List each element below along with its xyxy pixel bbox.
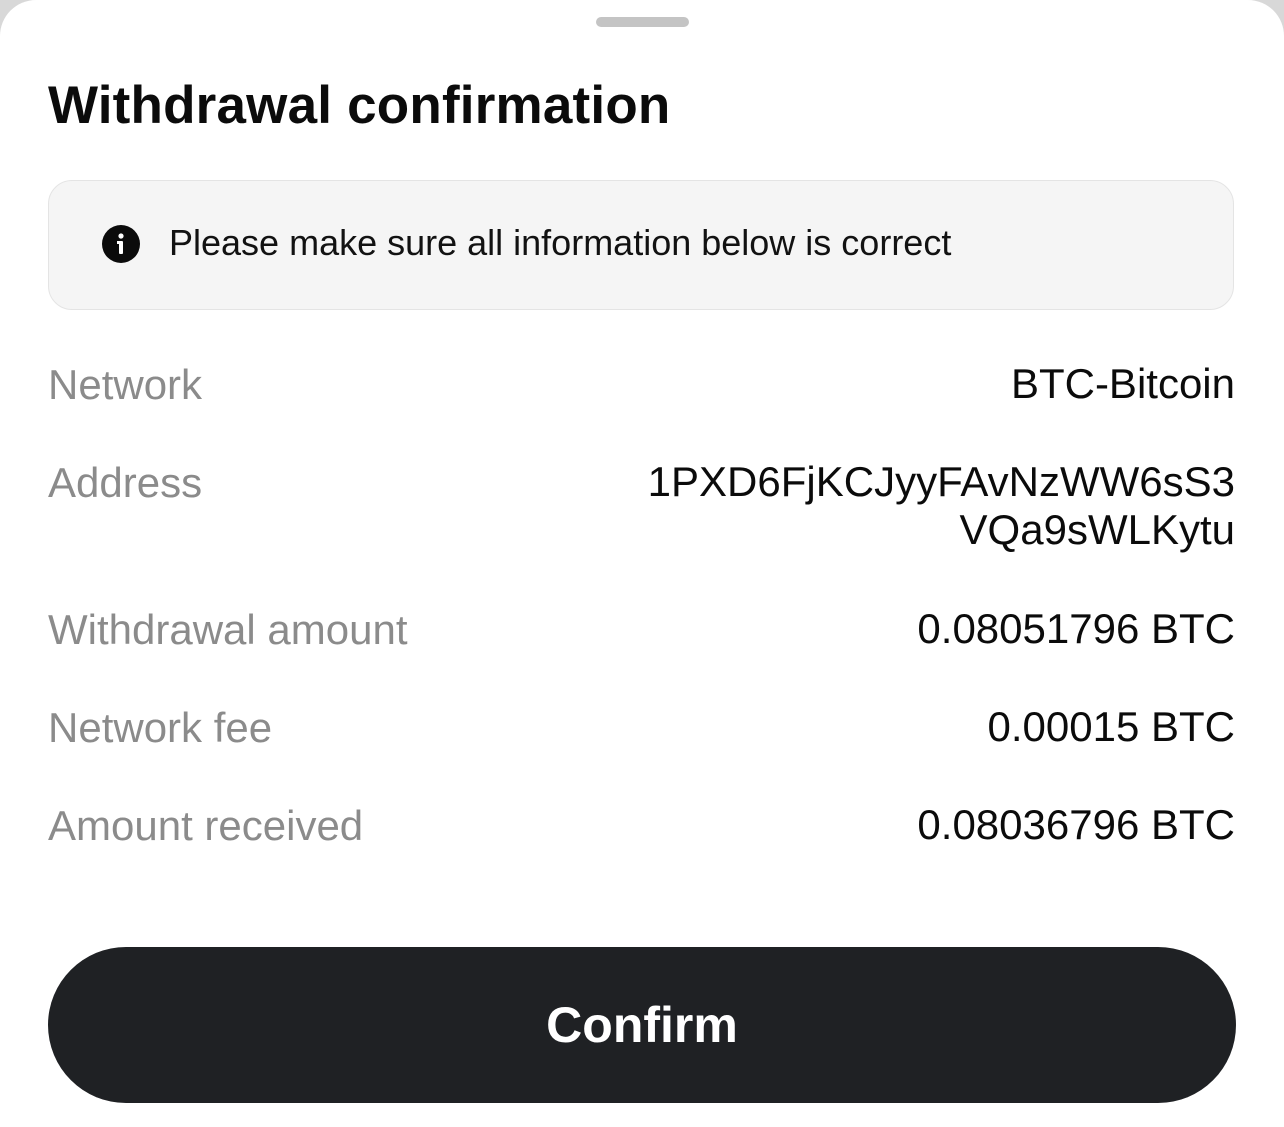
amount-received-label: Amount received (48, 802, 364, 849)
sheet-drag-handle[interactable] (596, 17, 689, 27)
network-label: Network (48, 361, 203, 408)
withdrawal-amount-value: 0.08051796 BTC (917, 605, 1235, 652)
network-fee-label: Network fee (48, 704, 273, 751)
amount-received-value: 0.08036796 BTC (917, 801, 1235, 848)
confirm-button[interactable]: Confirm (48, 947, 1236, 1103)
sheet-title: Withdrawal confirmation (48, 76, 671, 135)
withdrawal-amount-label: Withdrawal amount (48, 606, 408, 653)
address-label: Address (48, 459, 203, 506)
withdrawal-confirmation-sheet: Withdrawal confirmation Please make sure… (0, 0, 1284, 1127)
info-icon (102, 225, 140, 263)
notice-text: Please make sure all information below i… (169, 222, 952, 263)
network-value: BTC-Bitcoin (1010, 360, 1235, 407)
info-notice: Please make sure all information below i… (48, 180, 1234, 310)
network-fee-value: 0.00015 BTC (987, 703, 1236, 750)
address-value: 1PXD6FjKCJyyFAvNzWW6sS3VQa9sWLKytu (647, 458, 1235, 553)
